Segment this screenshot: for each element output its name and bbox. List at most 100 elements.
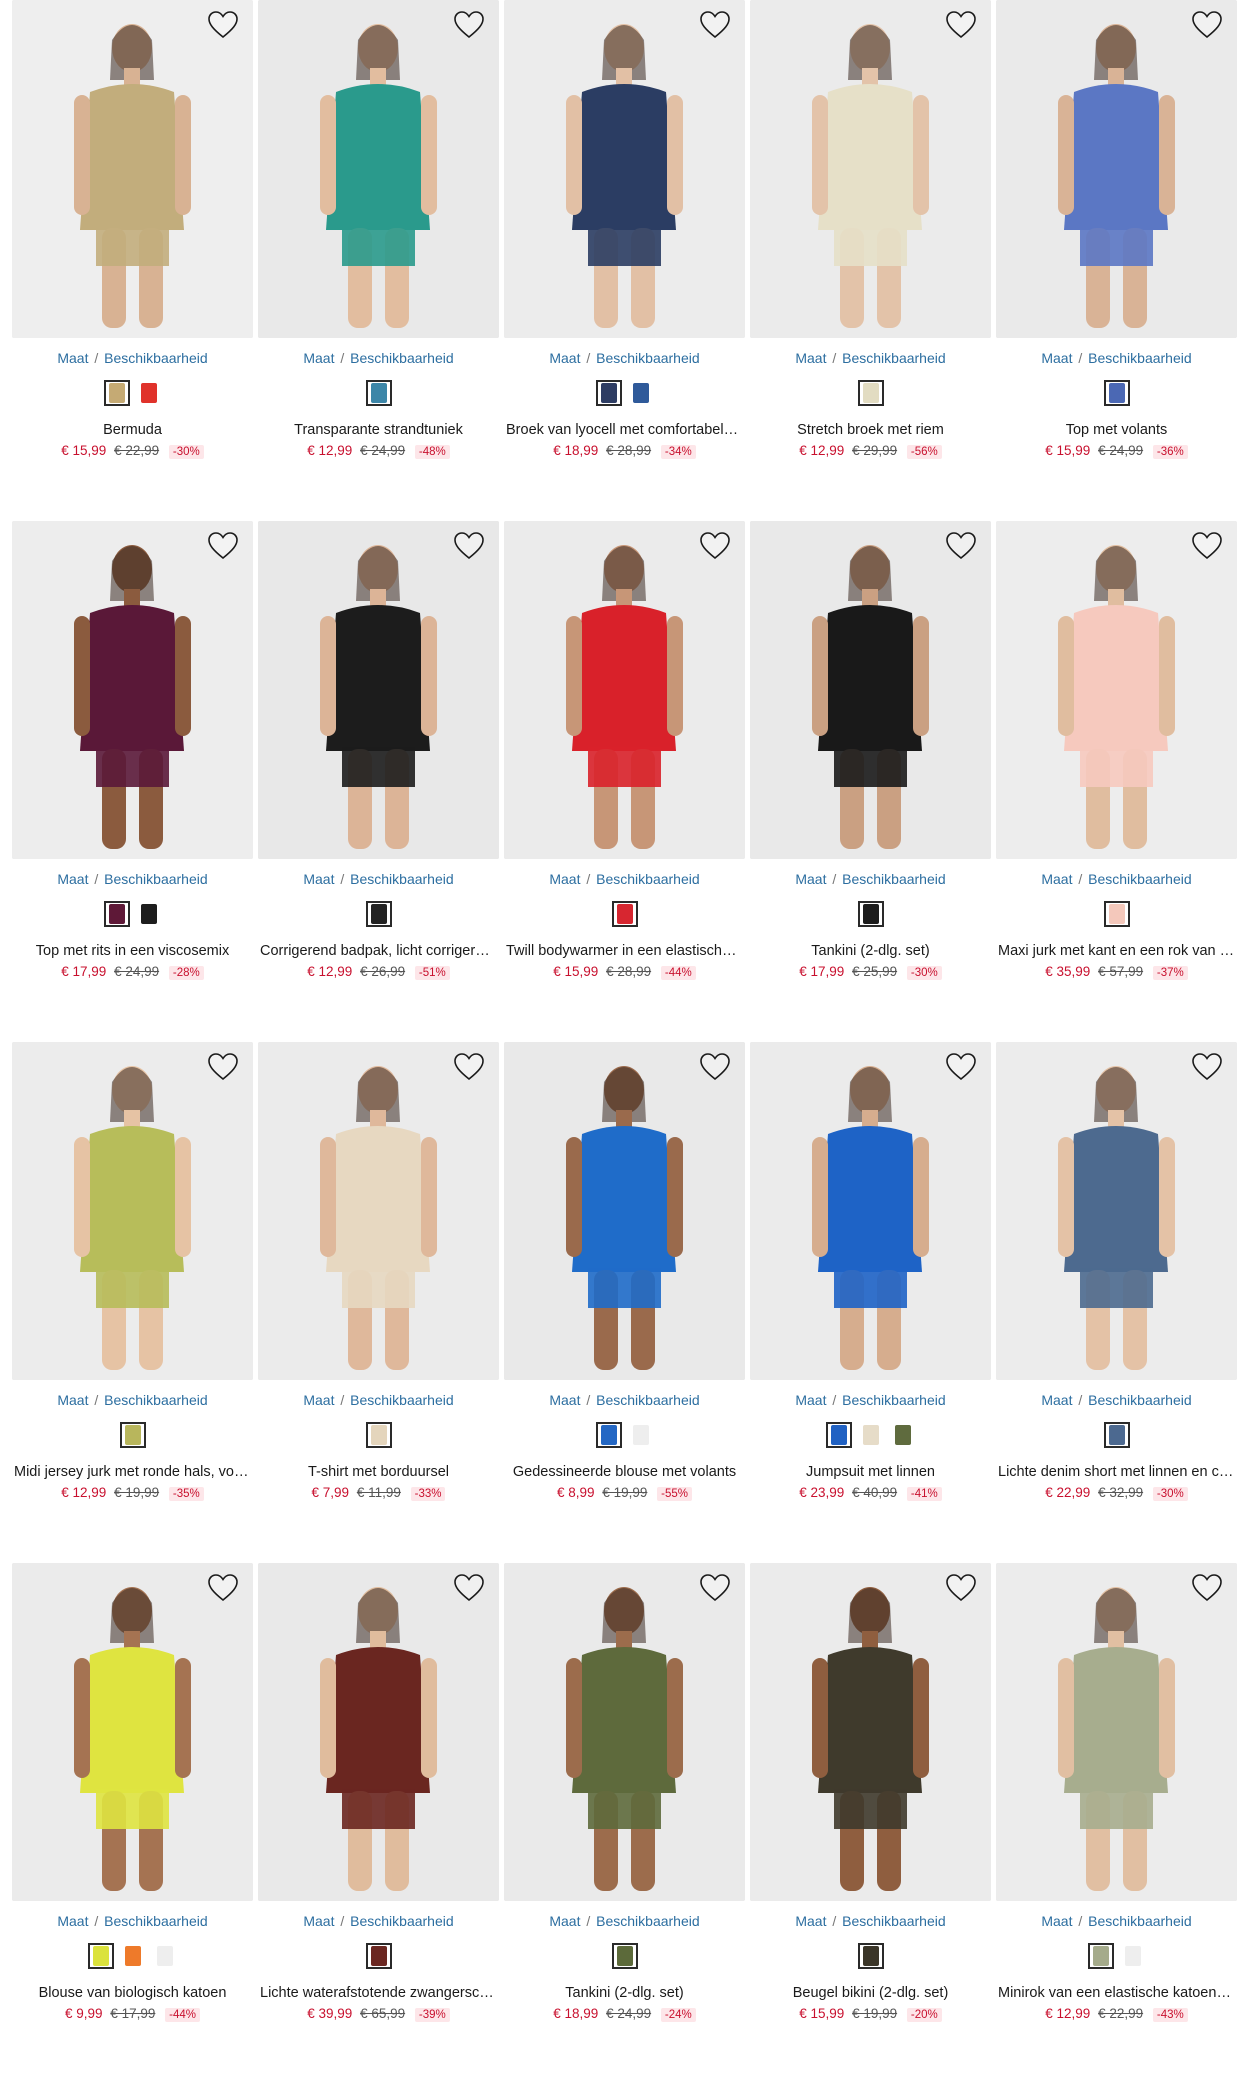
color-swatch[interactable] xyxy=(365,901,392,927)
product-name[interactable]: Twill bodywarmer in een elastische katoe… xyxy=(504,943,745,959)
size-availability-link[interactable]: Maat / Beschikbaarheid xyxy=(12,1913,253,1929)
product-name[interactable]: Tankini (2-dlg. set) xyxy=(750,943,991,959)
product-card[interactable]: Maat / Beschikbaarheid Stretch broek met… xyxy=(750,0,991,521)
size-availability-link[interactable]: Maat / Beschikbaarheid xyxy=(750,871,991,887)
size-availability-link[interactable]: Maat / Beschikbaarheid xyxy=(12,350,253,366)
wishlist-heart-icon[interactable] xyxy=(699,531,731,561)
product-card[interactable]: Maat / Beschikbaarheid Twill bodywarmer … xyxy=(504,521,745,1042)
product-name[interactable]: Top met volants xyxy=(996,422,1237,438)
wishlist-heart-icon[interactable] xyxy=(945,531,977,561)
product-image[interactable] xyxy=(996,1042,1237,1380)
product-name[interactable]: Jumpsuit met linnen xyxy=(750,1464,991,1480)
color-swatch[interactable] xyxy=(365,1943,392,1969)
color-swatch[interactable] xyxy=(595,380,622,406)
wishlist-heart-icon[interactable] xyxy=(207,1573,239,1603)
product-name[interactable]: Bermuda xyxy=(12,422,253,438)
size-availability-link[interactable]: Maat / Beschikbaarheid xyxy=(750,1392,991,1408)
size-availability-link[interactable]: Maat / Beschikbaarheid xyxy=(258,1913,499,1929)
color-swatch[interactable] xyxy=(365,1422,392,1448)
product-name[interactable]: Lichte denim short met linnen en comfort… xyxy=(996,1464,1237,1480)
wishlist-heart-icon[interactable] xyxy=(207,531,239,561)
product-name[interactable]: Corrigerend badpak, licht corrigerend xyxy=(258,943,499,959)
product-image[interactable] xyxy=(504,521,745,859)
color-swatch[interactable] xyxy=(628,1422,654,1448)
product-card[interactable]: Maat / Beschikbaarheid Top met rits in e… xyxy=(12,521,253,1042)
product-card[interactable]: Maat / Beschikbaarheid Bermuda € 15,99 €… xyxy=(12,0,253,521)
product-image[interactable] xyxy=(750,1042,991,1380)
product-image[interactable] xyxy=(996,521,1237,859)
product-name[interactable]: T-shirt met borduursel xyxy=(258,1464,499,1480)
color-swatch[interactable] xyxy=(1103,1422,1130,1448)
wishlist-heart-icon[interactable] xyxy=(1191,1052,1223,1082)
wishlist-heart-icon[interactable] xyxy=(699,1573,731,1603)
size-availability-link[interactable]: Maat / Beschikbaarheid xyxy=(258,871,499,887)
size-availability-link[interactable]: Maat / Beschikbaarheid xyxy=(258,1392,499,1408)
size-availability-link[interactable]: Maat / Beschikbaarheid xyxy=(504,1392,745,1408)
color-swatch[interactable] xyxy=(87,1943,114,1969)
product-image[interactable] xyxy=(504,0,745,338)
color-swatch[interactable] xyxy=(857,380,884,406)
size-availability-link[interactable]: Maat / Beschikbaarheid xyxy=(996,1913,1237,1929)
wishlist-heart-icon[interactable] xyxy=(207,10,239,40)
product-image[interactable] xyxy=(996,0,1237,338)
color-swatch[interactable] xyxy=(595,1422,622,1448)
wishlist-heart-icon[interactable] xyxy=(453,1573,485,1603)
color-swatch[interactable] xyxy=(136,901,162,927)
color-swatch[interactable] xyxy=(857,901,884,927)
product-image[interactable] xyxy=(996,1563,1237,1901)
size-availability-link[interactable]: Maat / Beschikbaarheid xyxy=(750,1913,991,1929)
product-card[interactable]: Maat / Beschikbaarheid Gedessineerde blo… xyxy=(504,1042,745,1563)
product-image[interactable] xyxy=(504,1042,745,1380)
product-card[interactable]: Maat / Beschikbaarheid Broek van lyocell… xyxy=(504,0,745,521)
color-swatch[interactable] xyxy=(858,1422,884,1448)
wishlist-heart-icon[interactable] xyxy=(453,10,485,40)
product-image[interactable] xyxy=(504,1563,745,1901)
wishlist-heart-icon[interactable] xyxy=(699,1052,731,1082)
color-swatch[interactable] xyxy=(136,380,162,406)
size-availability-link[interactable]: Maat / Beschikbaarheid xyxy=(996,1392,1237,1408)
product-name[interactable]: Gedessineerde blouse met volants xyxy=(504,1464,745,1480)
product-name[interactable]: Midi jersey jurk met ronde hals, volants… xyxy=(12,1464,253,1480)
product-name[interactable]: Top met rits in een viscosemix xyxy=(12,943,253,959)
wishlist-heart-icon[interactable] xyxy=(1191,531,1223,561)
size-availability-link[interactable]: Maat / Beschikbaarheid xyxy=(12,1392,253,1408)
product-image[interactable] xyxy=(12,1042,253,1380)
size-availability-link[interactable]: Maat / Beschikbaarheid xyxy=(504,1913,745,1929)
product-image[interactable] xyxy=(750,521,991,859)
color-swatch[interactable] xyxy=(825,1422,852,1448)
product-name[interactable]: Lichte waterafstotende zwangerschapsjas xyxy=(258,1985,499,2001)
product-card[interactable]: Maat / Beschikbaarheid Corrigerend badpa… xyxy=(258,521,499,1042)
size-availability-link[interactable]: Maat / Beschikbaarheid xyxy=(996,871,1237,887)
color-swatch[interactable] xyxy=(1087,1943,1114,1969)
size-availability-link[interactable]: Maat / Beschikbaarheid xyxy=(750,350,991,366)
wishlist-heart-icon[interactable] xyxy=(945,10,977,40)
product-image[interactable] xyxy=(12,0,253,338)
product-name[interactable]: Tankini (2-dlg. set) xyxy=(504,1985,745,2001)
color-swatch[interactable] xyxy=(120,1943,146,1969)
product-name[interactable]: Maxi jurk met kant en een rok van tule xyxy=(996,943,1237,959)
wishlist-heart-icon[interactable] xyxy=(453,531,485,561)
wishlist-heart-icon[interactable] xyxy=(1191,10,1223,40)
product-card[interactable]: Maat / Beschikbaarheid Midi jersey jurk … xyxy=(12,1042,253,1563)
color-swatch[interactable] xyxy=(611,901,638,927)
wishlist-heart-icon[interactable] xyxy=(699,10,731,40)
wishlist-heart-icon[interactable] xyxy=(1191,1573,1223,1603)
product-image[interactable] xyxy=(258,1563,499,1901)
size-availability-link[interactable]: Maat / Beschikbaarheid xyxy=(996,350,1237,366)
color-swatch[interactable] xyxy=(1120,1943,1146,1969)
product-card[interactable]: Maat / Beschikbaarheid Minirok van een e… xyxy=(996,1563,1237,2084)
product-name[interactable]: Blouse van biologisch katoen xyxy=(12,1985,253,2001)
product-name[interactable]: Transparante strandtuniek xyxy=(258,422,499,438)
product-image[interactable] xyxy=(750,1563,991,1901)
color-swatch[interactable] xyxy=(119,1422,146,1448)
wishlist-heart-icon[interactable] xyxy=(945,1573,977,1603)
product-name[interactable]: Stretch broek met riem xyxy=(750,422,991,438)
color-swatch[interactable] xyxy=(1103,901,1130,927)
color-swatch[interactable] xyxy=(890,1422,916,1448)
product-image[interactable] xyxy=(750,0,991,338)
wishlist-heart-icon[interactable] xyxy=(453,1052,485,1082)
color-swatch[interactable] xyxy=(857,1943,884,1969)
product-card[interactable]: Maat / Beschikbaarheid Tankini (2-dlg. s… xyxy=(504,1563,745,2084)
color-swatch[interactable] xyxy=(103,901,130,927)
color-swatch[interactable] xyxy=(611,1943,638,1969)
